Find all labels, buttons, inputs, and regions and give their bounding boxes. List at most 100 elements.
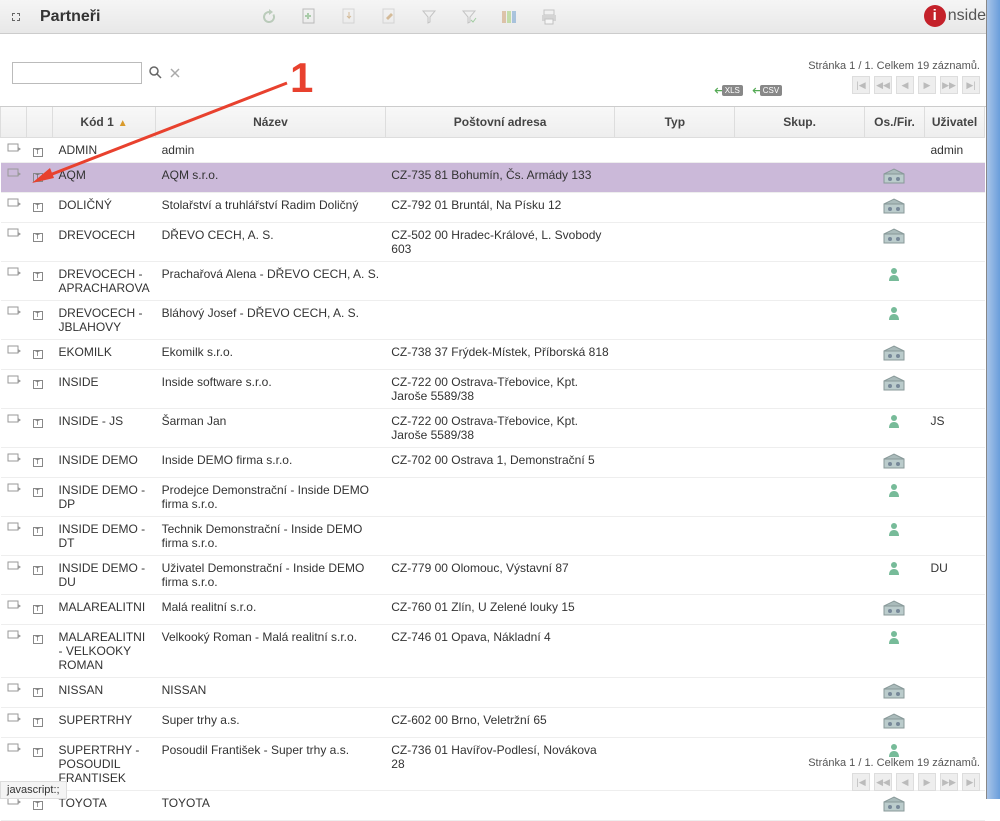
print-icon[interactable] [540,8,558,26]
table-row[interactable]: TEKOMILKEkomilk s.r.o.CZ-738 37 Frýdek-M… [1,340,985,370]
export-xls-icon[interactable]: ↩XLS [714,80,742,100]
table-row[interactable]: TAQMAQM s.r.o.CZ-735 81 Bohumín, Čs. Arm… [1,163,985,193]
row-text-icon[interactable]: T [33,688,43,697]
pager-next10-icon[interactable]: ▶▶ [940,76,958,94]
export-csv-icon[interactable]: ↩CSV [752,80,780,100]
cell-skup [735,448,865,478]
row-expand-icon[interactable] [7,483,21,495]
row-expand-icon[interactable] [7,228,21,240]
row-text-icon[interactable]: T [33,488,43,497]
table-row[interactable]: TINSIDE DEMO - DUUživatel Demonstrační -… [1,556,985,595]
row-text-icon[interactable]: T [33,419,43,428]
col-icon1[interactable] [1,107,27,138]
row-text-icon[interactable]: T [33,272,43,281]
row-text-icon[interactable]: T [33,566,43,575]
row-text-icon[interactable]: T [33,458,43,467]
cell-osfir [865,340,925,370]
row-text-icon[interactable]: T [33,173,43,182]
pager-first-icon[interactable]: |◀ [852,773,870,791]
pager-last-icon[interactable]: ▶| [962,76,980,94]
table-row[interactable]: TTOYOTATOYOTA [1,791,985,821]
row-expand-icon[interactable] [7,267,21,279]
row-text-icon[interactable]: T [33,233,43,242]
row-expand-icon[interactable] [7,600,21,612]
col-kod[interactable]: Kód 1▲ [52,107,155,138]
col-skup[interactable]: Skup. [735,107,865,138]
row-text-icon[interactable]: T [33,635,43,644]
row-text-icon[interactable]: T [33,350,43,359]
cell-typ [615,301,735,340]
row-text-icon[interactable]: T [33,801,43,810]
pager-prev-icon[interactable]: ◀ [896,76,914,94]
table-row[interactable]: TMALAREALITNIMalá realitní s.r.o.CZ-760 … [1,595,985,625]
pager-last-icon[interactable]: ▶| [962,773,980,791]
cell-nazev: Velkooký Roman - Malá realitní s.r.o. [156,625,386,678]
row-text-icon[interactable]: T [33,527,43,536]
cell-kod: DREVOCECH [52,223,155,262]
row-text-icon[interactable]: T [33,718,43,727]
expand-icon[interactable] [10,11,22,23]
row-expand-icon[interactable] [7,414,21,426]
pager-prev10-icon[interactable]: ◀◀ [874,773,892,791]
search-input[interactable] [12,62,142,84]
scrollbar[interactable] [986,0,1000,799]
table-row[interactable]: T MALAREALITNI - VELKOOKY ROMANVelkooký R… [1,625,985,678]
clear-icon[interactable] [170,67,182,79]
row-expand-icon[interactable] [7,375,21,387]
row-expand-icon[interactable] [7,630,21,642]
pager-next-icon[interactable]: ▶ [918,773,936,791]
row-text-icon[interactable]: T [33,148,43,157]
table-row[interactable]: TINSIDE DEMOInside DEMO firma s.r.o.CZ-7… [1,448,985,478]
table-row[interactable]: TINSIDE DEMO - DTTechnik Demonstrační - … [1,517,985,556]
cell-uzi: JS [924,409,984,448]
row-expand-icon[interactable] [7,683,21,695]
col-nazev[interactable]: Název [156,107,386,138]
row-expand-icon[interactable] [7,713,21,725]
refresh-icon[interactable] [260,8,278,26]
col-typ[interactable]: Typ [615,107,735,138]
row-expand-icon[interactable] [7,198,21,210]
table-row[interactable]: TINSIDE DEMO - DPProdejce Demonstrační -… [1,478,985,517]
edit-icon[interactable] [380,8,398,26]
row-text-icon[interactable]: T [33,380,43,389]
cell-skup [735,370,865,409]
row-expand-icon[interactable] [7,453,21,465]
table-row[interactable]: TNISSANNISSAN [1,678,985,708]
row-expand-icon[interactable] [7,743,21,755]
filter-check-icon[interactable] [460,8,478,26]
row-text-icon[interactable]: T [33,203,43,212]
row-expand-icon[interactable] [7,306,21,318]
pager-prev-icon[interactable]: ◀ [896,773,914,791]
row-text-icon[interactable]: T [33,605,43,614]
search-icon[interactable] [148,65,164,81]
pager-next10-icon[interactable]: ▶▶ [940,773,958,791]
download-icon[interactable] [340,8,358,26]
columns-icon[interactable] [500,8,518,26]
table-row[interactable]: TSUPERTRHYSuper trhy a.s.CZ-602 00 Brno,… [1,708,985,738]
row-expand-icon[interactable] [7,345,21,357]
table-row[interactable]: TDREVOCECHDŘEVO CECH, A. S.CZ-502 00 Hra… [1,223,985,262]
cell-skup [735,163,865,193]
col-icon2[interactable] [27,107,53,138]
pager-next-icon[interactable]: ▶ [918,76,936,94]
table-row[interactable]: TINSIDE - JSŠarman JanCZ-722 00 Ostrava-… [1,409,985,448]
filter-icon[interactable] [420,8,438,26]
pager-prev10-icon[interactable]: ◀◀ [874,76,892,94]
row-expand-icon[interactable] [7,168,21,180]
row-expand-icon[interactable] [7,143,21,155]
col-uzi[interactable]: Uživatel [924,107,984,138]
pager-first-icon[interactable]: |◀ [852,76,870,94]
row-expand-icon[interactable] [7,561,21,573]
table-row[interactable]: TDREVOCECH - JBLAHOVYBláhový Josef - DŘE… [1,301,985,340]
table-row[interactable]: TDREVOCECH - APRACHAROVAPrachařová Alena… [1,262,985,301]
col-osfir[interactable]: Os./Fir. [865,107,925,138]
col-addr[interactable]: Poštovní adresa [385,107,615,138]
table-row[interactable]: TADMINadminadmin [1,138,985,163]
cell-kod: MALAREALITNI - VELKOOKY ROMAN [52,625,155,678]
table-row[interactable]: TDOLIČNÝStolařství a truhlářství Radim D… [1,193,985,223]
row-expand-icon[interactable] [7,522,21,534]
table-row[interactable]: TINSIDEInside software s.r.o.CZ-722 00 O… [1,370,985,409]
add-icon[interactable] [300,8,318,26]
row-text-icon[interactable]: T [33,748,43,757]
row-text-icon[interactable]: T [33,311,43,320]
